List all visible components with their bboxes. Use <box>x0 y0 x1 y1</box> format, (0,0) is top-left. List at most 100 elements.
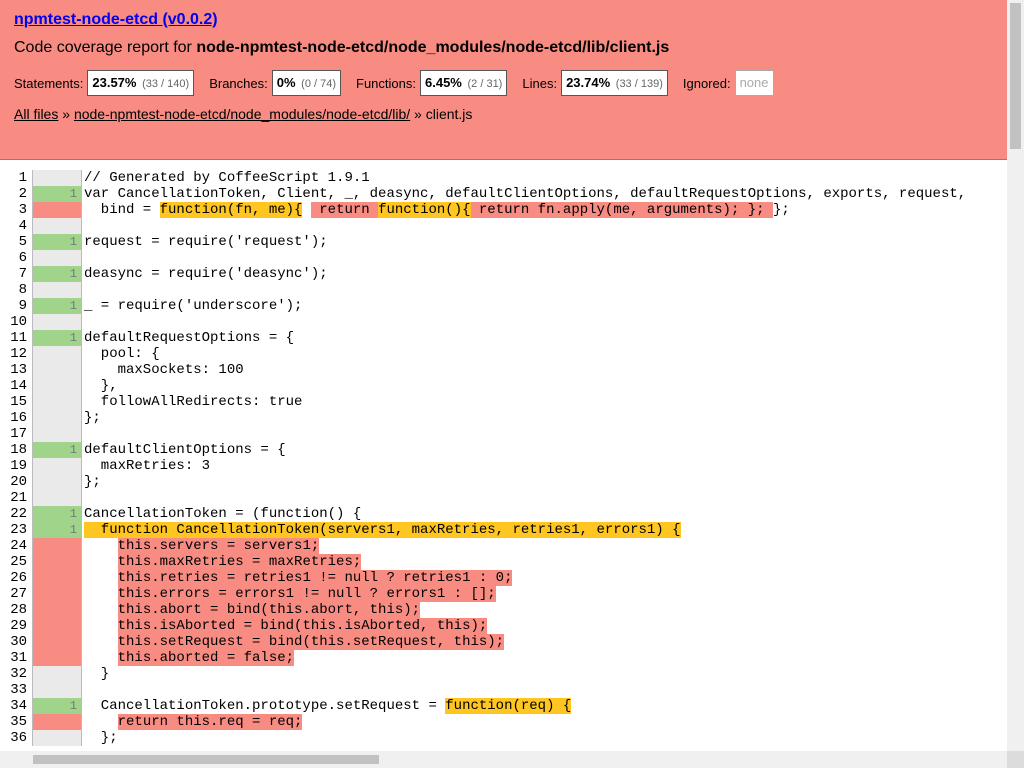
line-number: 14 <box>10 378 27 394</box>
code-text: defaultClientOptions = { <box>84 442 286 458</box>
line-coverage-count <box>32 490 82 506</box>
line-source: followAllRedirects: true <box>84 394 303 410</box>
code-text: maxSockets: 100 <box>84 362 244 378</box>
code-line: 34 1 CancellationToken.prototype.setReque… <box>0 698 1007 714</box>
line-number: 16 <box>10 410 27 426</box>
code-text: CancellationToken = (function() { <box>84 506 362 522</box>
code-line: 20}; <box>0 474 1007 490</box>
line-source: defaultRequestOptions = { <box>84 330 294 346</box>
line-source: }; <box>84 474 101 490</box>
line-number: 30 <box>10 634 27 650</box>
code-text: CancellationToken.prototype.setRequest = <box>84 698 446 714</box>
code-line: 19 maxRetries: 3 <box>0 458 1007 474</box>
stat-functions: Functions: 6.45% (2 / 31) <box>356 70 508 96</box>
code-text: _ = require('underscore'); <box>84 298 303 314</box>
uncovered-statement: this.aborted = false; <box>117 650 295 666</box>
line-number: 17 <box>10 426 27 442</box>
stat-percent: 23.57% <box>92 75 137 90</box>
line-coverage-count <box>32 634 82 650</box>
code-line: 24 this.servers = servers1; <box>0 538 1007 554</box>
line-coverage-count <box>32 730 82 746</box>
code-line: 18 1 defaultClientOptions = { <box>0 442 1007 458</box>
stat-box: 23.74% (33 / 139) <box>561 70 668 96</box>
package-title-link[interactable]: npmtest-node-etcd (v0.0.2) <box>14 11 218 29</box>
code-text: followAllRedirects: true <box>84 394 303 410</box>
breadcrumb-current-file: client.js <box>425 106 473 122</box>
stat-fraction: (33 / 139) <box>615 78 663 90</box>
line-coverage-count <box>32 586 82 602</box>
line-coverage-count: 1 <box>32 506 82 522</box>
uncovered-statement: this.retries = retries1 != null ? retrie… <box>117 570 513 586</box>
line-source: }; <box>84 730 118 746</box>
line-number: 8 <box>18 282 27 298</box>
line-coverage-count <box>32 314 82 330</box>
vertical-scrollbar-thumb[interactable] <box>1010 3 1021 149</box>
uncovered-statement: return <box>310 202 379 218</box>
line-number: 12 <box>10 346 27 362</box>
scrollbar-corner <box>1007 751 1024 768</box>
line-source: }; <box>84 410 101 426</box>
line-coverage-count: 1 <box>32 186 82 202</box>
line-number: 24 <box>10 538 27 554</box>
line-source: // Generated by CoffeeScript 1.9.1 <box>84 170 370 186</box>
line-coverage-count <box>32 282 82 298</box>
code-text: }, <box>84 378 118 394</box>
stat-label: Lines: <box>522 75 558 91</box>
stat-lines: Lines: 23.74% (33 / 139) <box>522 70 668 96</box>
line-source: return this.req = req; <box>84 714 303 730</box>
uncovered-function: function CancellationToken(servers1, max… <box>84 522 681 538</box>
stat-fraction: (0 / 74) <box>301 78 337 90</box>
code-text: var CancellationToken, Client, _, deasyn… <box>84 186 967 202</box>
stat-statements: Statements: 23.57% (33 / 140) <box>14 70 195 96</box>
report-header: npmtest-node-etcd (v0.0.2) Code coverage… <box>0 0 1007 160</box>
line-number: 15 <box>10 394 27 410</box>
stat-box: 23.57% (33 / 140) <box>87 70 195 96</box>
code-text: }; <box>84 474 101 490</box>
line-number: 32 <box>10 666 27 682</box>
uncovered-statement: return fn.apply(me, arguments); }; <box>470 202 773 218</box>
line-number: 10 <box>10 314 27 330</box>
uncovered-function: function(){ <box>378 202 471 218</box>
uncovered-statement: this.abort = bind(this.abort, this); <box>117 602 421 618</box>
code-line: 27 this.errors = errors1 != null ? error… <box>0 586 1007 602</box>
line-number: 28 <box>10 602 27 618</box>
line-coverage-count <box>32 682 82 698</box>
line-coverage-count: 1 <box>32 522 82 538</box>
line-number: 6 <box>18 250 27 266</box>
line-coverage-count <box>32 458 82 474</box>
report-subtitle: Code coverage report for node-npmtest-no… <box>14 39 669 57</box>
line-coverage-count <box>32 170 82 186</box>
code-line: 11 1 defaultRequestOptions = { <box>0 330 1007 346</box>
stat-label: Ignored: <box>682 75 731 91</box>
line-number: 22 <box>10 506 27 522</box>
line-source: this.retries = retries1 != null ? retrie… <box>84 570 513 586</box>
breadcrumb-separator: » <box>410 106 426 122</box>
line-source: function CancellationToken(servers1, max… <box>84 522 681 538</box>
horizontal-scrollbar-thumb[interactable] <box>33 755 379 764</box>
code-line: 2 1 var CancellationToken, Client, _, deas… <box>0 186 1007 202</box>
code-line: 12 pool: { <box>0 346 1007 362</box>
breadcrumb-all-files-link[interactable]: All files <box>14 106 58 122</box>
code-text: }; <box>84 730 118 746</box>
line-number: 25 <box>10 554 27 570</box>
line-source: pool: { <box>84 346 160 362</box>
line-source: } <box>84 666 109 682</box>
line-coverage-count <box>32 650 82 666</box>
stat-box: 6.45% (2 / 31) <box>420 70 508 96</box>
line-coverage-count <box>32 346 82 362</box>
code-line: 25 this.maxRetries = maxRetries; <box>0 554 1007 570</box>
breadcrumb-dir-link[interactable]: node-npmtest-node-etcd/node_modules/node… <box>74 106 410 122</box>
line-number: 13 <box>10 362 27 378</box>
line-coverage-count <box>32 378 82 394</box>
line-coverage-count: 1 <box>32 442 82 458</box>
code-line: 9 1 _ = require('underscore'); <box>0 298 1007 314</box>
ignored-value: none <box>734 70 774 96</box>
stat-percent: 23.74% <box>566 75 611 90</box>
code-line: 3 bind = function(fn, me){ return functi… <box>0 202 1007 218</box>
stat-ignored: Ignored: none <box>683 70 774 96</box>
uncovered-statement: this.isAborted = bind(this.isAborted, th… <box>117 618 488 634</box>
